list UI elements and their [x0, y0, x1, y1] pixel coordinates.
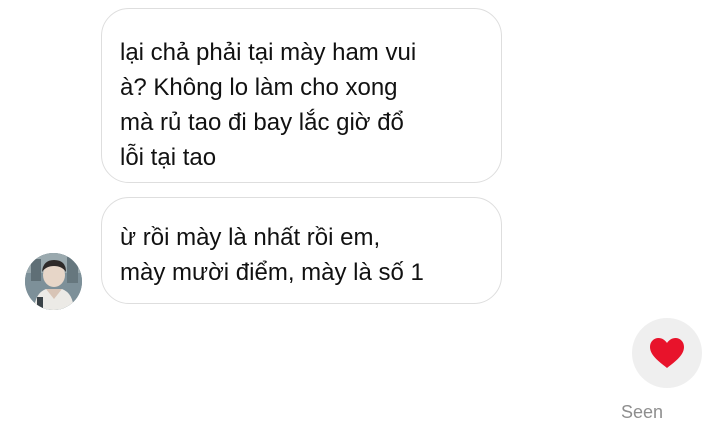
- message-text-line: mày mười điểm, mày là số 1: [120, 259, 424, 286]
- sender-avatar[interactable]: [25, 253, 82, 310]
- seen-status: Seen: [621, 402, 664, 422]
- avatar-photo: [25, 253, 82, 310]
- incoming-message-bubble[interactable]: ừ rồi mày là nhất rồi em, mày mười điểm,…: [101, 197, 502, 304]
- heart-icon: [650, 338, 684, 368]
- message-text-line: mà rủ tao đi bay lắc giờ đổ: [120, 109, 404, 136]
- message-text-line: lỗi tại tao: [120, 144, 217, 171]
- message-text-line: à? Không lo làm cho xong: [120, 74, 398, 101]
- heart-reaction-button[interactable]: [632, 318, 702, 388]
- message-text-line: ừ rồi mày là nhất rồi em,: [120, 224, 381, 251]
- incoming-message-bubble[interactable]: lại chả phải tại mày ham vui à? Không lo…: [101, 8, 502, 183]
- message-text-line: lại chả phải tại mày ham vui: [120, 39, 417, 66]
